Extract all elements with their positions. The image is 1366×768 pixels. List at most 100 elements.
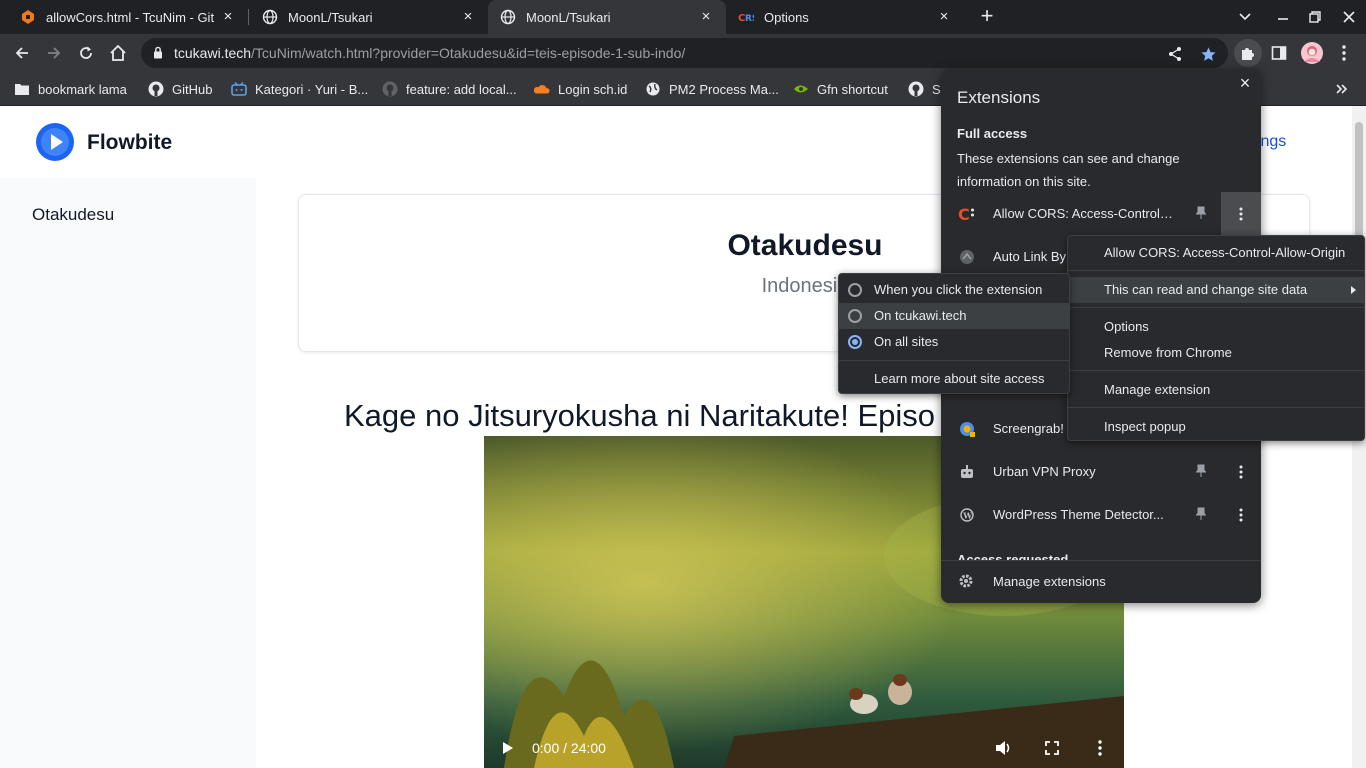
pin-icon[interactable] xyxy=(1193,463,1209,479)
gitea-icon xyxy=(20,9,36,25)
close-icon[interactable]: × xyxy=(220,9,236,25)
menu-item-site-access[interactable]: This can read and change site data xyxy=(1068,277,1364,303)
reload-icon xyxy=(80,46,92,59)
tab-search-button[interactable] xyxy=(1228,0,1262,34)
nvidia-icon xyxy=(793,81,809,97)
flowbite-logo[interactable] xyxy=(36,123,74,161)
pin-icon[interactable] xyxy=(1193,506,1209,522)
svg-text:C: C xyxy=(958,205,970,223)
close-popup-button[interactable]: × xyxy=(1236,74,1254,92)
tab-moonl-1[interactable]: MoonL/Tsukari × xyxy=(250,0,488,34)
url-text[interactable]: tcukawi.tech/TcuNim/watch.html?provider=… xyxy=(174,45,685,61)
menu-item-remove-from-chrome[interactable]: Remove from Chrome xyxy=(1068,340,1364,366)
close-icon[interactable]: × xyxy=(698,9,714,25)
more-vert-icon xyxy=(1342,45,1346,61)
extension-more-button[interactable] xyxy=(1221,450,1261,493)
extension-context-menu: Allow CORS: Access-Control-Allow-Origin … xyxy=(1067,235,1365,441)
mute-button[interactable] xyxy=(994,738,1014,758)
bookmark-folder-lama[interactable]: bookmark lama xyxy=(14,79,127,99)
side-panel-button[interactable] xyxy=(1267,41,1291,65)
manage-extensions-button[interactable]: Manage extensions xyxy=(941,560,1261,603)
cors-icon: C xyxy=(958,205,976,223)
fullscreen-button[interactable] xyxy=(1042,738,1062,758)
extension-item-urban-vpn[interactable]: Urban VPN Proxy xyxy=(941,450,1261,493)
bookmark-label: GitHub xyxy=(172,81,213,97)
chrome-menu-button[interactable] xyxy=(1332,41,1356,65)
bookmark-label: Login sch.id xyxy=(558,81,628,97)
menu-item-options[interactable]: Options xyxy=(1068,314,1364,340)
fullscreen-icon xyxy=(1045,741,1059,755)
link-icon xyxy=(958,248,976,266)
address-bar[interactable]: tcukawi.tech/TcuNim/watch.html?provider=… xyxy=(141,38,1228,68)
wordpress-icon: W xyxy=(958,506,976,524)
bookmarks-overflow-button[interactable] xyxy=(1336,79,1348,99)
bookmark-label: Kategori · Yuri - B... xyxy=(255,81,369,97)
video-options-button[interactable] xyxy=(1090,738,1110,758)
menu-divider xyxy=(1068,307,1364,308)
bookmark-github[interactable]: GitHub xyxy=(148,79,212,99)
close-icon[interactable]: × xyxy=(936,9,952,25)
back-button[interactable] xyxy=(8,39,36,67)
radio-label: On all sites xyxy=(874,334,939,349)
github-icon xyxy=(908,81,924,97)
svg-text:W: W xyxy=(962,510,973,520)
url-path: /TcuNim/watch.html?provider=Otakudesu&id… xyxy=(251,45,686,61)
extension-item-allow-cors[interactable]: C Allow CORS: Access-Control-... xyxy=(941,192,1261,235)
menu-item-inspect-popup[interactable]: Inspect popup xyxy=(1068,414,1364,440)
menu-item-extension-name[interactable]: Allow CORS: Access-Control-Allow-Origin xyxy=(1068,240,1364,266)
bookmark-label: bookmark lama xyxy=(38,81,127,97)
sidebar-item-otakudesu[interactable]: Otakudesu xyxy=(32,205,114,225)
radio-on-all-sites[interactable]: On all sites xyxy=(839,329,1069,355)
bookmark-pm2[interactable]: PM2 Process Ma... xyxy=(645,79,779,99)
bookmark-kategori-yuri[interactable]: Kategori · Yuri - B... xyxy=(231,79,368,99)
bookmark-login-schid[interactable]: Login sch.id xyxy=(534,79,627,99)
restore-icon xyxy=(1309,11,1321,23)
browser-toolbar: tcukawi.tech/TcuNim/watch.html?provider=… xyxy=(0,34,1366,72)
extensions-button[interactable] xyxy=(1234,39,1262,67)
globe-icon xyxy=(262,9,278,25)
radio-on-current-site[interactable]: On tcukawi.tech xyxy=(839,303,1069,329)
more-vert-icon xyxy=(1098,740,1102,756)
tab-moonl-active[interactable]: MoonL/Tsukari × xyxy=(488,0,726,34)
profile-button[interactable] xyxy=(1300,41,1324,65)
tab-title: allowCors.html - TcuNim - Git xyxy=(46,9,215,25)
radio-when-clicked[interactable]: When you click the extension xyxy=(839,277,1069,303)
close-window-button[interactable] xyxy=(1332,0,1366,34)
puzzle-icon xyxy=(1242,48,1254,60)
play-icon xyxy=(503,742,513,754)
menu-item-manage-extension[interactable]: Manage extension xyxy=(1068,377,1364,403)
menu-divider xyxy=(839,360,1069,361)
lock-icon[interactable] xyxy=(153,46,163,62)
radio-button[interactable] xyxy=(848,309,862,323)
forward-button[interactable] xyxy=(40,39,68,67)
learn-more-site-access-link[interactable]: Learn more about site access xyxy=(839,366,1069,392)
menu-divider xyxy=(1068,270,1364,271)
brand-name[interactable]: Flowbite xyxy=(87,131,172,155)
home-icon xyxy=(110,44,126,61)
minimize-button[interactable] xyxy=(1266,0,1300,34)
pin-icon[interactable] xyxy=(1193,205,1209,221)
close-icon[interactable]: × xyxy=(460,9,476,25)
bookmark-feature-add-local[interactable]: feature: add local... xyxy=(382,79,517,99)
new-tab-button[interactable]: + xyxy=(976,5,998,27)
bilibili-icon xyxy=(231,81,247,97)
tab-allowcors[interactable]: allowCors.html - TcuNim - Git × xyxy=(8,0,248,34)
radio-button-selected[interactable] xyxy=(848,335,862,349)
radio-button[interactable] xyxy=(848,283,862,297)
side-panel-icon xyxy=(1271,46,1287,60)
share-icon[interactable] xyxy=(1166,45,1184,63)
play-button[interactable] xyxy=(500,738,516,758)
extension-more-button[interactable] xyxy=(1221,493,1261,536)
tab-options[interactable]: CRS Options × xyxy=(726,0,964,34)
bookmark-gfn-shortcut[interactable]: Gfn shortcut xyxy=(793,79,888,99)
extension-item-wordpress-detector[interactable]: W WordPress Theme Detector... xyxy=(941,493,1261,536)
svg-text:RS: RS xyxy=(745,14,754,24)
extension-more-button[interactable] xyxy=(1221,192,1261,235)
home-button[interactable] xyxy=(104,39,132,67)
reload-button[interactable] xyxy=(72,39,100,67)
popup-title: Extensions xyxy=(957,88,1041,107)
restore-button[interactable] xyxy=(1298,0,1332,34)
bookmark-star-icon[interactable] xyxy=(1199,45,1217,63)
video-time: 0:00 / 24:00 xyxy=(532,740,606,756)
extension-name: WordPress Theme Detector... xyxy=(993,507,1164,522)
